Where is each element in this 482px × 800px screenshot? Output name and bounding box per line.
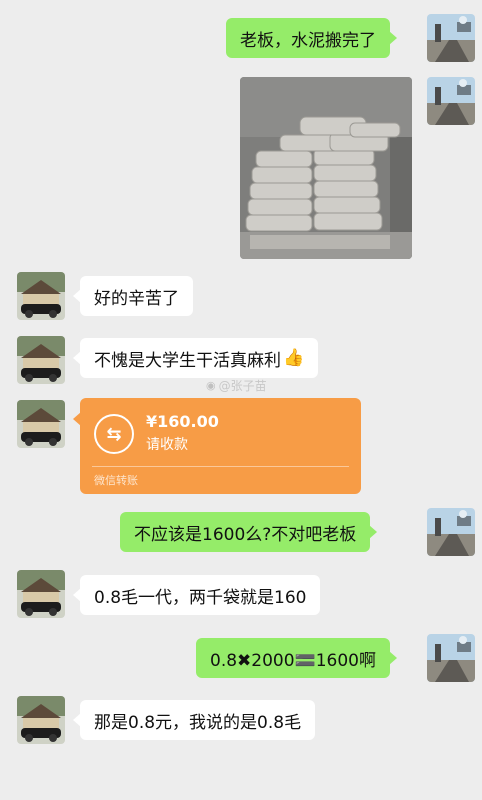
boss-avatar-4[interactable]	[17, 570, 65, 618]
my-avatar-2[interactable]	[427, 77, 475, 125]
weibo-icon: ◉	[206, 379, 216, 392]
boss-avatar-3[interactable]	[17, 400, 65, 448]
my-avatar[interactable]	[427, 14, 475, 62]
message-bubble-calculation[interactable]: 0.8✖2000🟰1600啊	[196, 638, 397, 678]
transfer-icon: ⇆	[94, 414, 134, 454]
cement-bags-photo[interactable]	[240, 77, 412, 259]
my-avatar-4[interactable]	[427, 634, 475, 682]
boss-avatar[interactable]	[17, 272, 65, 320]
boss-avatar-5[interactable]	[17, 696, 65, 744]
boss-avatar-2[interactable]	[17, 336, 65, 384]
wechat-transfer-card[interactable]: ⇆ ¥160.00 请收款 微信转账	[73, 398, 361, 494]
my-avatar-3[interactable]	[427, 508, 475, 556]
transfer-amount: ¥160.00	[146, 412, 219, 431]
transfer-status: 请收款	[146, 437, 188, 453]
thumbs-up-icon: 👍	[283, 348, 305, 368]
message-bubble-cement-done[interactable]: 老板，水泥搬完了	[226, 18, 397, 58]
praise-text: 不愧是大学生干活真麻利	[94, 350, 281, 371]
watermark-handle: @张子苗	[218, 379, 267, 393]
message-bubble-thanks[interactable]: 好的辛苦了	[73, 276, 193, 316]
message-bubble-final[interactable]: 那是0.8元，我说的是0.8毛	[72, 700, 316, 740]
message-bubble-praise[interactable]: 不愧是大学生干活真麻利 👍	[72, 338, 319, 378]
message-bubble-explanation[interactable]: 0.8毛一代，两千袋就是160	[72, 575, 321, 615]
message-bubble-question[interactable]: 不应该是1600么?不对吧老板	[120, 512, 378, 552]
transfer-footer: 微信转账	[94, 474, 138, 487]
weibo-watermark: ◉ @张子苗	[206, 377, 267, 394]
transfer-divider	[92, 466, 349, 467]
